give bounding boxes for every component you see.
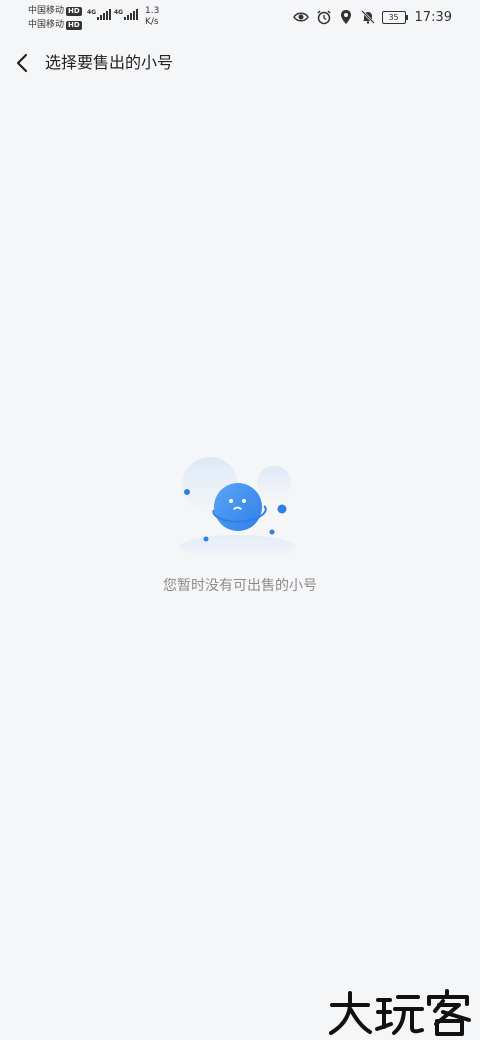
alarm-icon — [317, 10, 331, 25]
battery-icon: 35 — [381, 10, 408, 24]
status-bar: 中国移动 HD 中国移动 HD 4G 4G 1.3 K/s 35 17:39 — [0, 0, 480, 36]
network-type-1: 4G — [87, 9, 97, 16]
hd-badge-1: HD — [66, 6, 82, 16]
back-button[interactable] — [10, 50, 36, 76]
status-icons: 35 17:39 — [292, 9, 452, 25]
signal-icon-2: 4G — [114, 9, 139, 20]
watermark-logo — [326, 988, 474, 1036]
bell-mute-icon — [360, 10, 375, 24]
eye-icon — [292, 12, 309, 22]
chevron-left-icon — [16, 53, 28, 73]
hd-badge-2: HD — [66, 20, 82, 30]
speed-unit: K/s — [145, 17, 159, 27]
network-speed: 1.3 K/s — [145, 6, 159, 28]
speed-value: 1.3 — [145, 6, 160, 16]
carrier-info: 中国移动 HD 中国移动 HD — [28, 4, 82, 32]
carrier-name-2: 中国移动 — [28, 20, 65, 30]
signal-icon-1: 4G — [87, 9, 112, 20]
network-type-2: 4G — [114, 9, 124, 16]
clock-time: 17:39 — [414, 9, 452, 25]
nav-bar: 选择要售出的小号 — [0, 38, 480, 90]
planet-illustration — [180, 455, 300, 559]
location-icon — [340, 10, 351, 24]
empty-state-message: 您暂时没有可出售的小号 — [163, 578, 317, 594]
carrier-name-1: 中国移动 — [28, 6, 65, 16]
page-title: 选择要售出的小号 — [45, 53, 174, 72]
